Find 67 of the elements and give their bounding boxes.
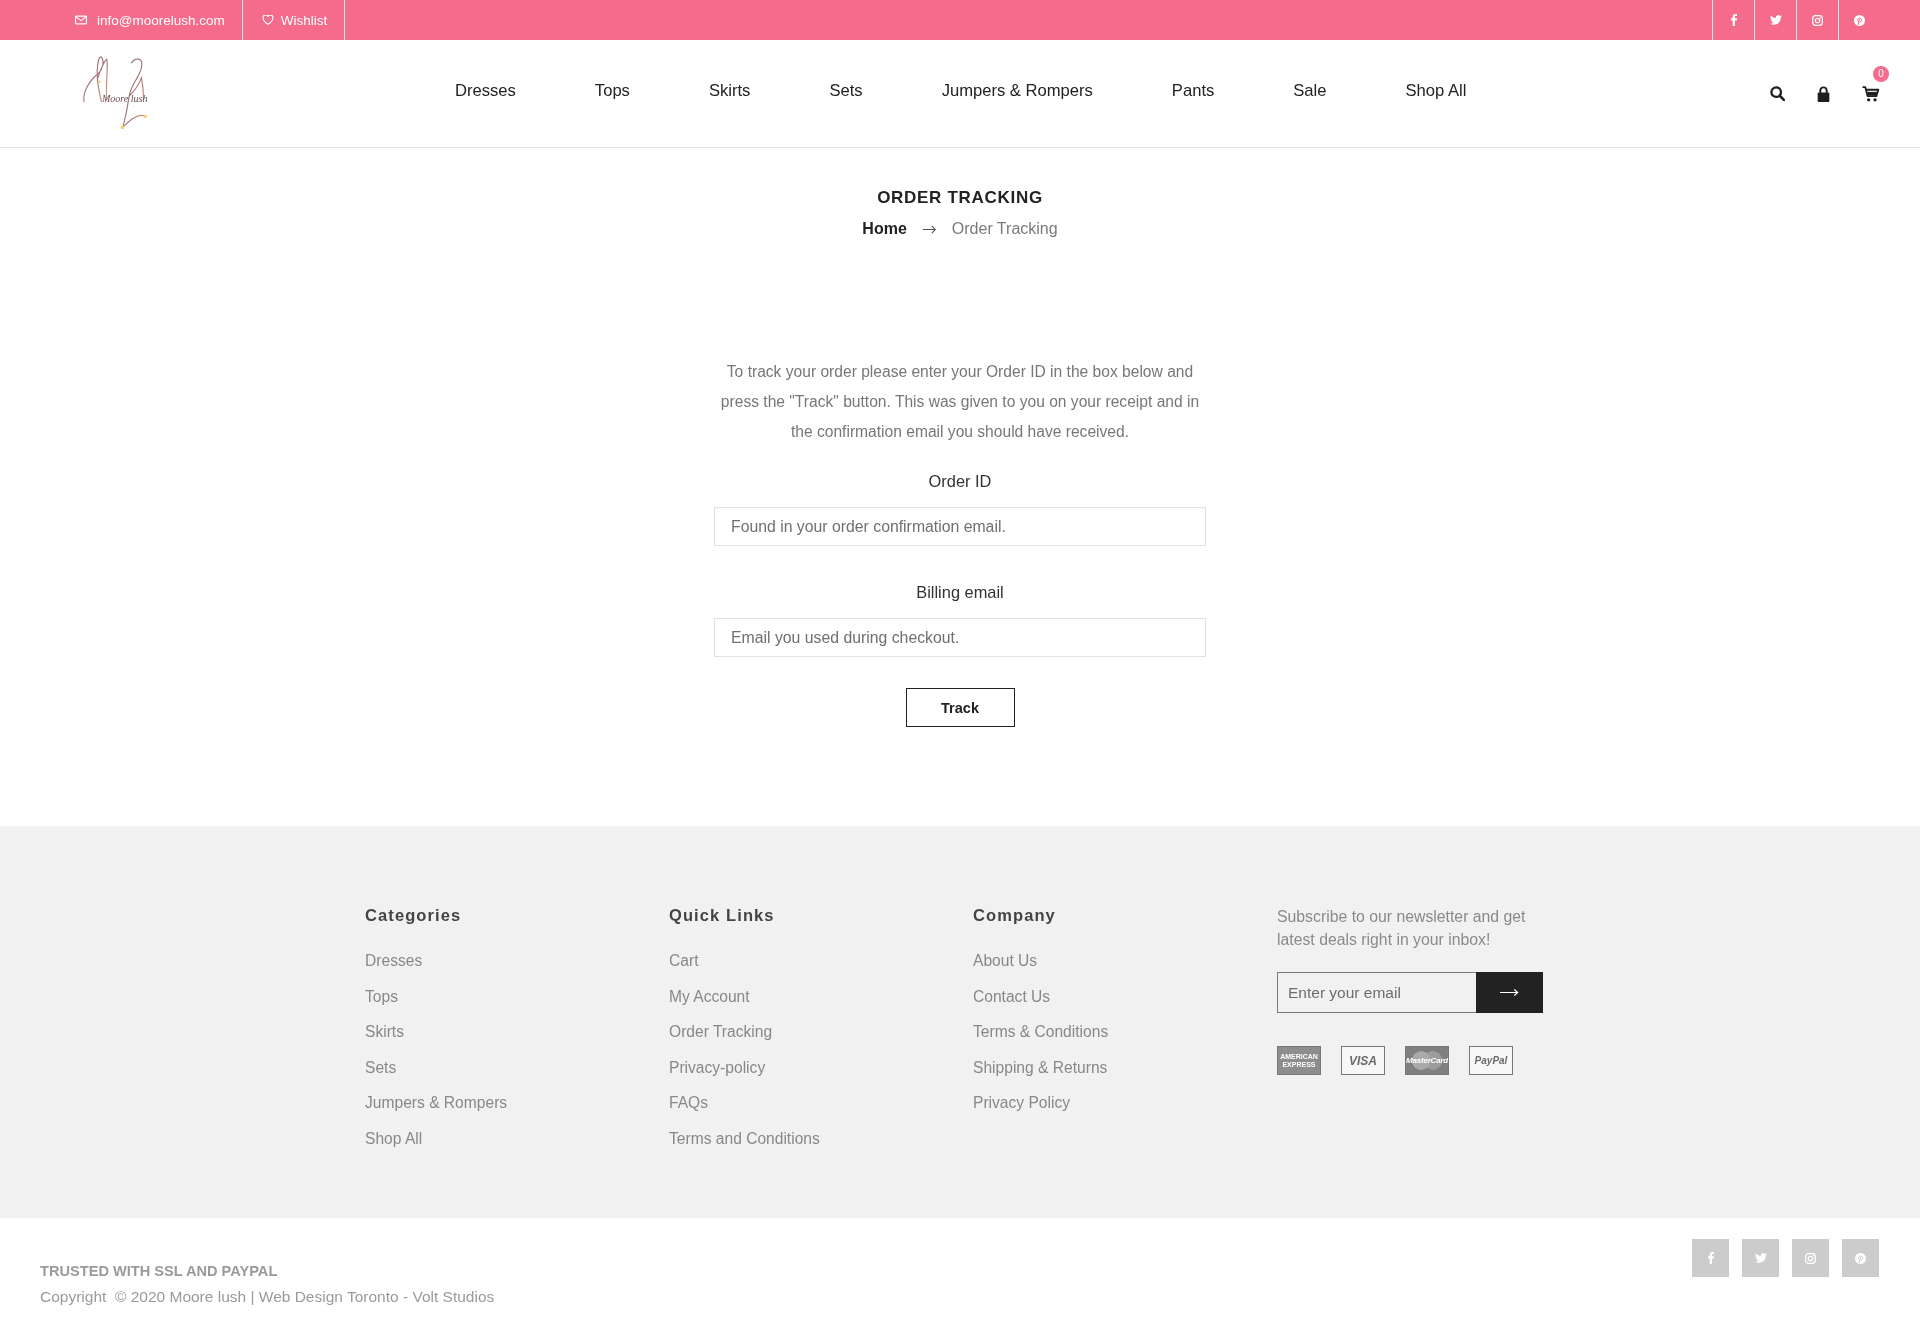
social-button[interactable] <box>1692 1239 1729 1277</box>
footer-heading: Quick Links <box>669 905 776 926</box>
pinterest-icon[interactable] <box>1854 14 1865 26</box>
footer-link[interactable]: Skirts <box>365 1021 404 1043</box>
current-page-text: Order Tracking <box>951 219 1058 239</box>
lock-icon[interactable] <box>1817 85 1830 102</box>
instagram-icon <box>1805 1252 1816 1264</box>
field-label: Order ID <box>928 471 992 492</box>
nav-link[interactable]: Sets <box>829 80 863 101</box>
page-title: ORDER TRACKING <box>877 187 1043 209</box>
footer-link[interactable]: Cart <box>669 950 699 972</box>
arrow-right-icon <box>921 224 937 234</box>
trust-text: TRUSTED WITH SSL AND PAYPAL <box>40 1262 279 1281</box>
input-field[interactable]: Email you used during checkout. <box>714 618 1206 657</box>
newsletter-text: Subscribe to our newsletter and get latest deals right in your inbox! <box>1277 907 1527 950</box>
nav-link[interactable]: Dresses <box>455 80 516 101</box>
heart-icon <box>261 15 274 25</box>
social-button[interactable] <box>1792 1239 1829 1277</box>
visa-logo: VISA <box>1341 1046 1385 1075</box>
footer-link[interactable]: Shop All <box>365 1127 423 1150</box>
footer-link[interactable]: Sets <box>365 1056 397 1079</box>
logo-text: Moore lush <box>102 92 148 104</box>
twitter-icon[interactable] <box>1769 15 1782 25</box>
footer-link[interactable]: Tops <box>365 985 398 1008</box>
footer-heading: Categories <box>365 905 463 926</box>
nav-link[interactable]: Pants <box>1171 80 1215 101</box>
facebook-icon <box>1707 1252 1714 1264</box>
footer-heading: Company <box>973 905 1057 926</box>
nav-link[interactable]: Tops <box>594 80 630 101</box>
field-label: Billing email <box>916 582 1004 603</box>
nav-link[interactable]: Sale <box>1293 80 1327 101</box>
input-field[interactable]: Found in your order confirmation email. <box>714 507 1206 546</box>
footer-link[interactable]: Jumpers & Rompers <box>365 1092 508 1114</box>
cart-count-badge: 0 <box>1873 65 1889 82</box>
paypal-logo: PayPal <box>1469 1046 1513 1075</box>
footer-link[interactable]: Contact Us <box>973 985 1051 1008</box>
footer-link[interactable]: Privacy-policy <box>669 1056 766 1079</box>
facebook-icon[interactable] <box>1730 14 1737 26</box>
mastercard-logo: MasterCard <box>1405 1046 1449 1075</box>
footer-link[interactable]: Terms & Conditions <box>973 1021 1109 1043</box>
arrow-right-icon <box>1500 988 1519 997</box>
envelope-icon <box>75 15 87 25</box>
footer-link[interactable]: Privacy Policy <box>973 1092 1071 1114</box>
footer-link[interactable]: About Us <box>973 950 1038 972</box>
copyright-text: Copyright © 2020 Moore lush | Web Design Toronto - Volt Studios <box>40 1287 495 1307</box>
nav-link[interactable]: Shop All <box>1405 80 1467 101</box>
email-link[interactable]: info@moorelush.com <box>60 0 243 40</box>
instructions-text: To track your order please enter your Order ID in the box below and press the "Track" button. This was given to you on your receipt and in the confirmation email you should have received. <box>719 362 1201 442</box>
pinterest-icon <box>1855 1252 1866 1264</box>
search-icon[interactable] <box>1770 86 1785 101</box>
footer-link[interactable]: Shipping & Returns <box>973 1056 1108 1079</box>
wishlist-link[interactable]: Wishlist <box>242 0 346 40</box>
twitter-icon <box>1754 1253 1767 1263</box>
nav-link[interactable]: Skirts <box>708 80 751 101</box>
footer-link[interactable]: FAQs <box>669 1092 708 1114</box>
footer-link[interactable]: Terms and Conditions <box>669 1127 820 1150</box>
footer-link[interactable]: Dresses <box>365 950 423 972</box>
email-field[interactable]: Enter your email <box>1277 972 1476 1013</box>
social-button[interactable] <box>1842 1239 1879 1277</box>
footer-link[interactable]: My Account <box>669 985 750 1008</box>
track-button[interactable]: Track <box>905 688 1015 727</box>
social-button[interactable] <box>1742 1239 1779 1277</box>
instagram-icon[interactable] <box>1812 14 1823 26</box>
footer-link[interactable]: Order Tracking <box>669 1021 773 1043</box>
breadcrumb-link[interactable]: Home <box>862 219 907 239</box>
nav-link[interactable]: Jumpers & Rompers <box>941 80 1093 101</box>
cart-icon[interactable] <box>1862 85 1880 102</box>
